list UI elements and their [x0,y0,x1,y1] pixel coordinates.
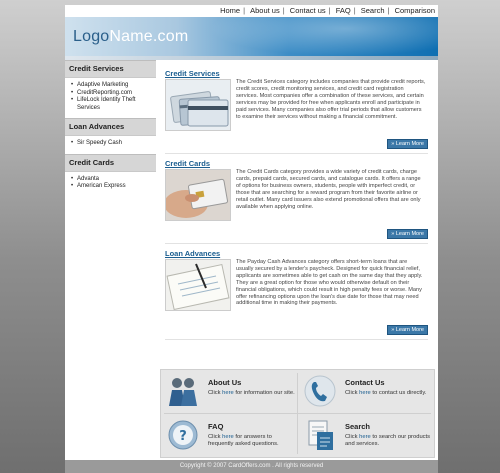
sidebar-item-creditreporting[interactable]: • CreditReporting.com [71,90,156,98]
nav-contact-us[interactable]: Contact us [287,6,329,15]
entry-title[interactable]: Credit Services [165,69,220,78]
phone-icon [303,374,337,408]
sidebar: Credit Services • Adaptive Marketing • Cre… [65,60,156,460]
box-text: Click here to contact us directly. [345,390,427,396]
logo-part-2: Name [109,28,153,45]
document-search-icon [303,418,337,452]
sidebar-heading-credit-services: Credit Services [65,60,156,78]
entry-credit-cards: Credit Cards The Credit Cards category p… [165,157,428,244]
nav-home[interactable]: Home [217,6,243,15]
feature-boxes: About Us Click here for information our … [160,369,435,458]
box-title: Contact Us [345,378,385,387]
box-here-link[interactable]: here [222,434,234,440]
box-text: Click here for information our site. [208,390,295,396]
sidebar-item-lifelock[interactable]: • LifeLock Identity Theft Services [71,97,156,112]
learn-more-button[interactable]: » Learn More [387,139,428,149]
header-banner: LogoName.com [65,17,438,56]
search-box: Search Click here to search our products… [298,414,433,457]
sidebar-heading-loan-advances: Loan Advances [65,118,156,136]
nav-faq[interactable]: FAQ [333,6,354,15]
entry-description: The Credit Cards category provides a wid… [236,169,421,210]
entry-loan-advances: Loan Advances The Payday Cash Advances c… [165,247,428,340]
people-icon [166,374,200,408]
entry-title[interactable]: Loan Advances [165,249,220,258]
site-logo[interactable]: LogoName.com [73,28,188,46]
footer-copyright: Copyright © 2007 CardOffers.com . All ri… [65,460,438,473]
box-text: Click here for answers to frequently ask… [208,434,279,447]
main-content: Credit Services The Credit Services cate… [165,67,428,343]
box-title: Search [345,422,371,431]
top-navigation: Home | About us | Contact us | FAQ | Search |… [65,5,438,16]
entry-description: The Credit Services category includes co… [236,79,426,120]
learn-more-button[interactable]: » Learn More [387,325,428,335]
box-here-link[interactable]: here [222,390,234,396]
nav-search[interactable]: Search [358,6,388,15]
faq-box: ? FAQ Click here for answers to frequent… [161,414,296,457]
nav-comparison[interactable]: Comparison [392,6,438,15]
svg-text:?: ? [179,429,187,444]
sidebar-heading-credit-cards: Credit Cards [65,153,156,172]
loan-advances-image [165,259,231,311]
credit-cards-image [165,169,231,221]
box-here-link[interactable]: here [359,434,371,440]
sidebar-item-adaptive-marketing[interactable]: • Adaptive Marketing [71,82,156,90]
nav-about-us[interactable]: About us [247,6,283,15]
box-title: FAQ [208,422,224,431]
box-text: Click here to search our products and se… [345,434,431,447]
sidebar-item-american-express[interactable]: • American Express [71,183,156,191]
entry-description: The Payday Cash Advances category offers… [236,259,423,307]
box-here-link[interactable]: here [359,390,371,396]
question-icon: ? [166,418,200,452]
sidebar-item-advanta[interactable]: • Advanta [71,176,156,184]
logo-part-3: .com [152,28,189,45]
logo-part-1: Logo [73,28,110,45]
sidebar-item-sir-speedy-cash[interactable]: • Sir Speedy Cash [71,140,156,148]
credit-services-image [165,79,231,131]
contact-us-box: Contact Us Click here to contact us dire… [298,370,433,413]
learn-more-button[interactable]: » Learn More [387,229,428,239]
page: Home | About us | Contact us | FAQ | Search |… [65,5,438,473]
entry-title[interactable]: Credit Cards [165,159,210,168]
box-title: About Us [208,378,242,387]
about-us-box: About Us Click here for information our … [161,370,296,413]
entry-credit-services: Credit Services The Credit Services cate… [165,67,428,154]
